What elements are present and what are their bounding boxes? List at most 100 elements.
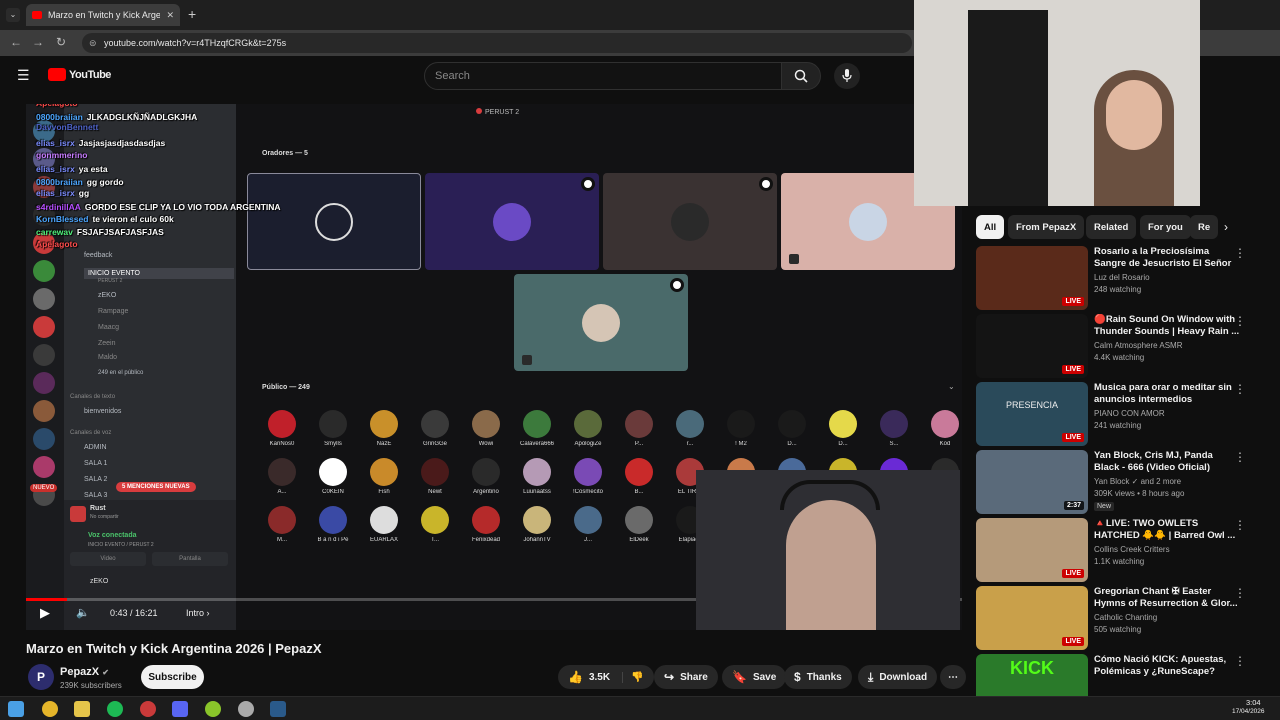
watch-stream-icon[interactable] (581, 177, 595, 191)
chips-next-icon[interactable]: › (1224, 220, 1228, 234)
voice-user[interactable]: zEKO (98, 292, 116, 299)
audience-member[interactable]: EUARLAX (358, 506, 410, 543)
tab-list-button[interactable]: ⌄ (6, 8, 20, 22)
voice-search-button[interactable] (834, 63, 860, 89)
audience-member[interactable]: ApologiZe (562, 410, 614, 447)
server-icon[interactable] (33, 372, 55, 394)
speaker-tile[interactable] (425, 173, 599, 270)
audience-member[interactable]: Argentino (460, 458, 512, 495)
audience-member[interactable]: Newt (409, 458, 461, 495)
voice-user[interactable]: Zeein (98, 340, 116, 347)
audience-member[interactable]: B a n d i Pe (307, 506, 359, 543)
audience-member[interactable]: r... (664, 410, 716, 447)
channel-admin[interactable]: ADMIN (84, 444, 107, 451)
chat-username[interactable]: Apelagoto (36, 239, 78, 249)
reload-icon[interactable]: ↻ (56, 35, 66, 49)
thanks-button[interactable]: $ Thanks (784, 665, 852, 689)
more-options-icon[interactable]: ⋮ (1234, 450, 1246, 464)
audience-member[interactable]: NazE (358, 410, 410, 447)
folder-icon[interactable] (74, 701, 90, 717)
chat-username[interactable]: DavvonBennett (36, 122, 98, 132)
filter-chip[interactable]: From PepazX (1008, 215, 1085, 239)
audience-member[interactable]: Kod (919, 410, 962, 447)
mentions-badge[interactable]: 5 MENCIONES NUEVAS (116, 482, 196, 492)
channel-sala-1[interactable]: SALA 1 (84, 460, 107, 467)
clock-date[interactable]: 17/04/2026 (1232, 708, 1265, 715)
audience-member[interactable]: Fenixdead (460, 506, 512, 543)
dislike-icon[interactable]: 👎 (622, 671, 644, 683)
back-icon[interactable]: ← (10, 35, 22, 49)
more-options-icon[interactable]: ⋮ (1234, 586, 1246, 600)
audience-member[interactable]: Calavera666 (511, 410, 563, 447)
category-voice[interactable]: Canales de voz (70, 430, 111, 436)
speaker-tile[interactable] (247, 173, 421, 270)
search-button[interactable] (781, 62, 821, 90)
related-channel[interactable]: PIANO CON AMOR (1094, 409, 1165, 418)
audience-member[interactable]: J... (562, 506, 614, 543)
audience-member[interactable]: !Cosmecito (562, 458, 614, 495)
forward-icon[interactable]: → (32, 35, 44, 49)
menu-icon[interactable]: ☰ (17, 67, 30, 84)
chapter-button[interactable]: Intro › (186, 608, 210, 618)
related-title[interactable]: Cómo Nació KICK: Apuestas, Polémicas y ¿… (1094, 654, 1240, 678)
new-tab-button[interactable]: + (188, 6, 196, 22)
related-title[interactable]: 🔺LIVE: TWO OWLETS HATCHED 🐥🐥 | Barred Ow… (1094, 518, 1240, 542)
watch-stream-icon[interactable] (759, 177, 773, 191)
related-video[interactable]: LIVE Gregorian Chant ✠ Easter Hymns of Re… (976, 586, 1266, 652)
chat-username[interactable]: Apelagoto (36, 104, 78, 108)
subscribe-button[interactable]: Subscribe (141, 665, 204, 689)
speaker-tile[interactable] (514, 274, 688, 371)
server-icon[interactable] (33, 428, 55, 450)
related-video[interactable]: LIVE 🔴Rain Sound On Window with Thunder S… (976, 314, 1266, 380)
audience-member[interactable]: T... (409, 506, 461, 543)
audience-member[interactable]: ! M2 (715, 410, 767, 447)
site-info-icon[interactable]: ⊜ (89, 33, 97, 53)
related-video[interactable]: PRESENCIA LIVE Musica para orar o meditar … (976, 382, 1266, 448)
chat-username[interactable]: elias_isrx (36, 188, 75, 198)
chat-username[interactable]: 0800braiian (36, 112, 83, 122)
save-button[interactable]: 🔖 Save (722, 665, 787, 689)
audience-member[interactable]: A... (256, 458, 308, 495)
audience-member[interactable]: JohannTV (511, 506, 563, 543)
video-thumbnail[interactable]: LIVE (976, 518, 1088, 582)
download-button[interactable]: ⤓ Download (858, 665, 938, 689)
related-title[interactable]: Gregorian Chant ✠ Easter Hymns of Resurr… (1094, 586, 1240, 610)
filter-chip[interactable]: Re (1190, 215, 1219, 239)
spotify-icon[interactable] (107, 701, 123, 717)
server-icon[interactable] (33, 316, 55, 338)
watch-stream-icon[interactable] (670, 278, 684, 292)
start-icon[interactable] (8, 701, 24, 717)
video-thumbnail[interactable]: LIVE (976, 314, 1088, 378)
related-title[interactable]: Yan Block, Cris MJ, Panda Black - 666 (V… (1094, 450, 1240, 474)
channel-sala-3[interactable]: SALA 3 (84, 492, 107, 499)
video-button[interactable]: Video (70, 552, 146, 566)
chat-username[interactable]: gonmmerino (36, 150, 87, 160)
screen-share-button[interactable]: Pantalla (152, 552, 228, 566)
collapse-icon[interactable]: ⌄ (948, 382, 955, 391)
url-field[interactable]: ⊜ youtube.com/watch?v=r4THzqfCRGk&t=275s (82, 33, 912, 53)
app-icon[interactable] (238, 701, 254, 717)
play-icon[interactable]: ▶ (40, 605, 50, 621)
clock-time[interactable]: 3:04 (1246, 698, 1261, 707)
related-channel[interactable]: Catholic Chanting (1094, 613, 1157, 622)
audience-member[interactable]: M... (256, 506, 308, 543)
audience-member[interactable]: D... (817, 410, 869, 447)
audience-member[interactable]: Luunaatss (511, 458, 563, 495)
speaker-tile[interactable] (603, 173, 777, 270)
voice-user[interactable]: Rampage (98, 308, 128, 315)
audience-member[interactable]: GrinGGe (409, 410, 461, 447)
channel-avatar[interactable]: P (28, 664, 54, 690)
related-channel[interactable]: Calm Atmosphere ASMR (1094, 341, 1182, 350)
related-title[interactable]: Rosario a la Preciosísima Sangre de Jesu… (1094, 246, 1240, 270)
share-button[interactable]: ↪ Share (654, 665, 718, 689)
chat-username[interactable]: carrewav (36, 227, 73, 237)
related-title[interactable]: Musica para orar o meditar sin anuncios … (1094, 382, 1240, 406)
server-icon[interactable] (33, 456, 55, 478)
audience-member[interactable]: Wowi (460, 410, 512, 447)
related-channel[interactable]: Collins Creek Critters (1094, 545, 1170, 554)
related-video[interactable]: KICK Cómo Nació KICK: Apuestas, Polémicas… (976, 654, 1266, 718)
server-icon[interactable] (33, 260, 55, 282)
more-options-icon[interactable]: ⋮ (1234, 314, 1246, 328)
server-icon[interactable] (33, 400, 55, 422)
audience-member[interactable]: S... (868, 410, 920, 447)
